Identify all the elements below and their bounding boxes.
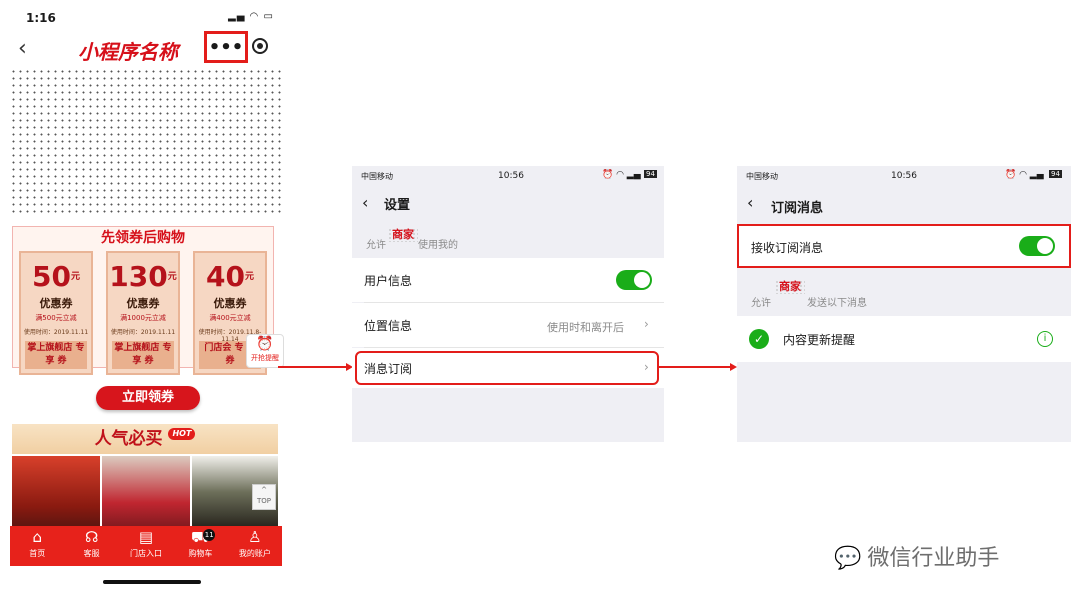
coupon-condition: 满400元立减 xyxy=(209,314,251,322)
back-to-top-button[interactable]: ^ TOP xyxy=(252,484,276,510)
watermark: 💬 微信行业助手 xyxy=(834,540,999,572)
highlight-box xyxy=(737,224,1071,268)
permission-hint-suffix: 发送以下消息 xyxy=(807,298,867,309)
product-image[interactable] xyxy=(102,456,190,528)
coupon-condition: 满500元立减 xyxy=(35,314,77,322)
status-icons: ▂▄ ◠ ▭ xyxy=(228,11,274,22)
coupon-name: 优惠券 xyxy=(126,297,160,310)
masked-banner xyxy=(10,68,282,214)
tab-customer-service[interactable]: ☊ 客服 xyxy=(64,526,118,566)
home-indicator xyxy=(103,580,201,584)
store-icon: ▤ xyxy=(138,528,154,546)
product-image[interactable] xyxy=(12,456,100,528)
app-title: 小程序名称 xyxy=(78,40,178,64)
back-icon[interactable]: ‹ xyxy=(18,36,27,61)
page-title: 订阅消息 xyxy=(771,201,824,216)
battery-level: 94 xyxy=(1049,170,1062,178)
coupon-condition: 满1000元立减 xyxy=(120,314,166,322)
tab-label: 我的账户 xyxy=(238,549,271,558)
info-icon[interactable]: i xyxy=(1037,331,1053,347)
hot-banner-title: 人气必买 xyxy=(94,429,163,449)
coupon-section: 先领券后购物 50元 优惠券 满500元立减 使用时间：2019.11.11 掌… xyxy=(12,226,274,375)
settings-screen: 中国移动 10:56 ⏰ ◠ ▂▄ 94 ‹ 设置 允许 商家 使用我的 用户信… xyxy=(352,166,664,442)
merchant-name: 商家 xyxy=(388,228,418,242)
tab-my-account[interactable]: ♙ 我的账户 xyxy=(228,526,282,566)
status-time: 10:56 xyxy=(891,171,917,181)
user-icon: ♙ xyxy=(248,528,262,546)
mini-program-screen: 1:16 ▂▄ ◠ ▭ ‹ 小程序名称 ••• 先领券后购物 50元 优惠券 满… xyxy=(8,0,284,603)
remind-label: 开抢提醒 xyxy=(251,354,279,362)
home-icon: ⌂ xyxy=(32,528,42,546)
cart-icon: ⛟ xyxy=(190,528,210,546)
user-info-row[interactable]: 用户信息 xyxy=(352,258,664,302)
tab-label: 购物车 xyxy=(188,549,213,558)
coupon-amount: 40 xyxy=(206,260,245,293)
tab-label: 首页 xyxy=(29,549,46,558)
row-label: 用户信息 xyxy=(364,274,413,288)
back-icon[interactable]: ‹ xyxy=(747,193,753,212)
close-capsule-icon[interactable] xyxy=(252,38,268,54)
tab-cart[interactable]: ⛟ 购物车 11 xyxy=(173,526,227,566)
flow-arrow-line xyxy=(278,366,346,368)
merchant-name: 商家 xyxy=(775,280,805,294)
headset-icon: ☊ xyxy=(84,528,99,546)
coupon-footer: 掌上旗舰店 专 享 券 xyxy=(25,341,87,369)
status-icons: ⏰ ◠ ▂▄ xyxy=(602,170,641,180)
permission-hint-suffix: 使用我的 xyxy=(418,240,458,251)
remind-button[interactable]: ⏰ 开抢提醒 xyxy=(246,334,284,368)
alarm-clock-icon: ⏰ xyxy=(256,336,274,352)
row-label: 位置信息 xyxy=(364,319,413,333)
status-time: 1:16 xyxy=(26,11,56,25)
tab-store-entry[interactable]: ▤ 门店入口 xyxy=(119,526,173,566)
location-value: 使用时和离开后 xyxy=(547,321,624,334)
page-title: 设置 xyxy=(384,198,411,213)
tab-label: 门店入口 xyxy=(130,549,163,558)
status-icons: ⏰ ◠ ▂▄ xyxy=(1005,170,1044,180)
message-type-row[interactable]: ✓ 内容更新提醒 i xyxy=(737,316,1071,362)
claim-coupon-button[interactable]: 立即领券 xyxy=(96,386,200,410)
row-label: 内容更新提醒 xyxy=(783,333,856,347)
wechat-icon: 💬 xyxy=(834,546,862,571)
user-info-toggle[interactable] xyxy=(616,270,652,290)
coupon-footer: 掌上旗舰店 专 享 券 xyxy=(112,341,174,369)
tab-home[interactable]: ⌂ 首页 xyxy=(10,526,64,566)
coupon-amount: 50 xyxy=(32,260,71,293)
flow-arrow-head xyxy=(730,363,737,371)
chevron-right-icon: › xyxy=(644,317,649,331)
coupon-name: 优惠券 xyxy=(39,297,73,310)
coupon-name: 优惠券 xyxy=(213,297,247,310)
chevron-up-icon: ^ xyxy=(261,486,267,494)
carrier: 中国移动 xyxy=(746,172,778,181)
hot-banner: 人气必买 HOT xyxy=(12,424,278,454)
bottom-tabbar: ⌂ 首页 ☊ 客服 ▤ 门店入口 ⛟ 购物车 11 ♙ 我的账户 xyxy=(10,526,282,566)
top-label: TOP xyxy=(256,497,271,505)
coupon-amount: 130 xyxy=(109,260,168,293)
checkmark-icon[interactable]: ✓ xyxy=(749,329,769,349)
highlight-box xyxy=(355,351,659,385)
status-time: 10:56 xyxy=(498,171,524,181)
coupon-date: 使用时间：2019.11.11 xyxy=(110,329,176,336)
permission-hint-prefix: 允许 xyxy=(366,240,386,251)
carrier: 中国移动 xyxy=(361,172,393,181)
hot-tag: HOT xyxy=(168,428,196,440)
flow-arrow-line xyxy=(658,366,730,368)
battery-level: 94 xyxy=(644,170,657,178)
tab-label: 客服 xyxy=(83,549,100,558)
subscription-screen: 中国移动 10:56 ⏰ ◠ ▂▄ 94 ‹ 订阅消息 接收订阅消息 允许 商家… xyxy=(737,166,1071,442)
coupon-card[interactable]: 50元 优惠券 满500元立减 使用时间：2019.11.11 掌上旗舰店 专 … xyxy=(19,251,93,375)
location-row[interactable]: 位置信息 使用时和离开后 › xyxy=(352,303,664,347)
coupon-heading: 先领券后购物 xyxy=(101,230,185,246)
back-icon[interactable]: ‹ xyxy=(362,193,368,212)
more-menu-button[interactable]: ••• xyxy=(204,31,248,63)
permission-hint-prefix: 允许 xyxy=(751,298,771,309)
coupon-card[interactable]: 130元 优惠券 满1000元立减 使用时间：2019.11.11 掌上旗舰店 … xyxy=(106,251,180,375)
watermark-text: 微信行业助手 xyxy=(867,546,1000,571)
more-dots-icon: ••• xyxy=(208,36,244,58)
coupon-date: 使用时间：2019.11.11 xyxy=(23,329,89,336)
